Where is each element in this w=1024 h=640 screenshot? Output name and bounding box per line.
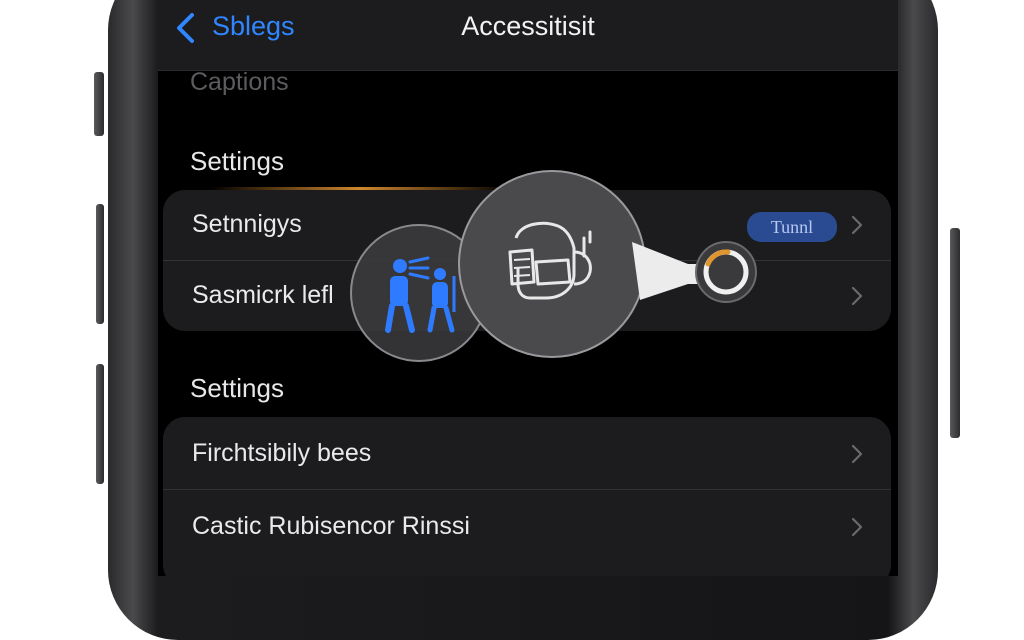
section-header-1: Settings	[190, 146, 284, 176]
accessibility-people-icon	[385, 256, 456, 333]
page-title: Accessitisit	[461, 11, 595, 41]
phone-side-button-1	[94, 72, 104, 136]
phone-side-button-2	[96, 204, 104, 324]
list-item[interactable]: Castic Rubisencor Rinssi	[163, 489, 891, 562]
phone-side-button-4	[950, 228, 960, 438]
chevron-right-icon	[851, 286, 863, 306]
settings-group-2: Firchtsibily bees Castic Rubisencor Rins…	[163, 417, 891, 576]
hand-gesture-icon	[508, 221, 592, 300]
chevron-right-icon	[851, 215, 863, 235]
phone-side-button-3	[96, 364, 104, 484]
chevron-right-icon	[851, 444, 863, 464]
navigation-bar: Sblegs Accessitisit	[158, 0, 898, 71]
list-item-label: Sasmicrk lefl	[192, 281, 334, 309]
list-item-label: Setnnigys	[192, 210, 302, 238]
captions-label: Captions	[190, 68, 289, 96]
ring-toggle-icon[interactable]	[694, 240, 758, 304]
chevron-right-icon	[851, 517, 863, 537]
list-item-label: Firchtsibily bees	[192, 439, 372, 467]
highlight-glow	[210, 187, 510, 190]
gesture-magnifier	[458, 170, 646, 358]
status-badge: Tunnl	[747, 212, 837, 242]
list-item[interactable]: Firchtsibily bees	[163, 417, 891, 489]
section-header-2: Settings	[190, 373, 284, 403]
list-item-label: Castic Rubisencor Rinssi	[192, 512, 470, 540]
